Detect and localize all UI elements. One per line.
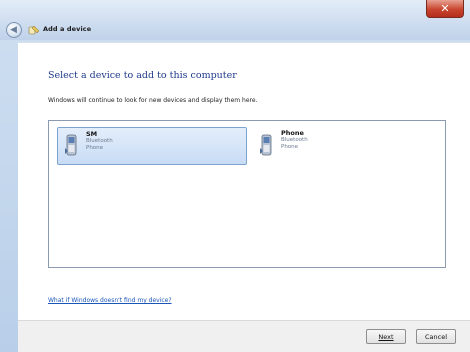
back-arrow-icon: ◀ <box>10 24 17 35</box>
window-title: Add a device <box>43 25 92 33</box>
content-area: Select a device to add to this computer … <box>18 42 470 320</box>
title-bar: ✕ ◀ Add a device <box>0 0 470 40</box>
device-type: Bluetooth <box>281 137 308 144</box>
page-instructions: Windows will continue to look for new de… <box>48 97 258 104</box>
add-device-window: ✕ ◀ Add a device Select a device to add … <box>0 0 470 352</box>
device-name: Phone <box>281 129 304 137</box>
page-heading: Select a device to add to this computer <box>48 70 237 81</box>
help-link[interactable]: What if Windows doesn't find my device? <box>48 297 172 304</box>
device-name: SM <box>86 130 98 138</box>
device-category: Phone <box>281 143 299 150</box>
next-button[interactable]: Next <box>366 329 406 344</box>
phone-icon <box>65 134 77 156</box>
close-icon: ✕ <box>440 2 450 15</box>
device-category: Phone <box>86 144 104 151</box>
device-item-sm[interactable]: SM Bluetooth Phone <box>57 127 247 165</box>
phone-icon <box>260 134 272 156</box>
close-button[interactable]: ✕ <box>426 0 464 18</box>
back-button[interactable]: ◀ <box>6 22 22 38</box>
button-bar: Next Cancel <box>18 320 470 352</box>
add-device-icon <box>28 25 40 35</box>
device-item-phone[interactable]: Phone Bluetooth Phone <box>253 127 443 165</box>
device-list[interactable]: SM Bluetooth Phone Phone Bluetooth Phone <box>48 120 446 268</box>
cancel-button[interactable]: Cancel <box>416 329 456 344</box>
device-type: Bluetooth <box>86 138 113 145</box>
